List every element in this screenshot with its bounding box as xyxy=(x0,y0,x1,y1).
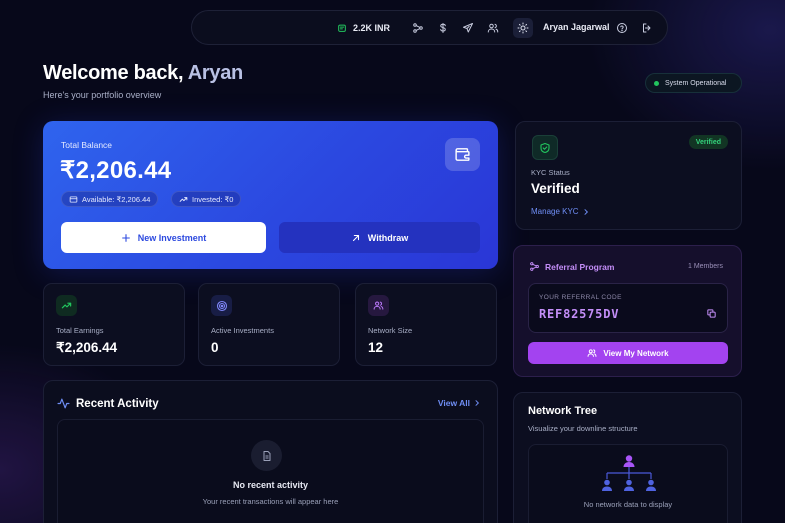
theme-toggle[interactable] xyxy=(513,18,533,38)
balance-chip[interactable]: 2.2K INR xyxy=(337,19,390,37)
view-all-link[interactable]: View All xyxy=(438,398,481,408)
stat-label: Total Earnings xyxy=(56,326,104,335)
help-circle-icon xyxy=(617,23,627,33)
welcome-prefix: Welcome back, xyxy=(43,62,188,84)
referral-title: Referral Program xyxy=(545,261,615,272)
new-investment-button[interactable]: New Investment xyxy=(61,222,266,253)
manage-kyc-label: Manage KYC xyxy=(531,207,579,216)
referral-members-count: 1 Members xyxy=(687,263,723,270)
network-tree-empty-state: No network data to display xyxy=(528,444,728,523)
wallet-icon xyxy=(445,138,480,171)
balance-amount: ₹2,206.44 xyxy=(60,157,172,184)
referral-code[interactable]: REF82575DV xyxy=(539,307,619,321)
card-icon xyxy=(69,195,78,203)
target-icon xyxy=(211,295,232,316)
new-investment-label: New Investment xyxy=(137,232,207,243)
balance-chip-value: 2.2K INR xyxy=(353,23,391,33)
available-pill: Available: ₹2,206.44 xyxy=(61,191,159,207)
share-nodes-icon xyxy=(413,23,423,33)
network-tree-card: Network Tree Visualize your downline str… xyxy=(513,392,742,523)
send-nav-button[interactable] xyxy=(458,18,478,38)
activity-empty-state: No recent activity Your recent transacti… xyxy=(57,419,484,523)
user-name[interactable]: Aryan Jagarwal xyxy=(543,22,610,32)
network-nav-button[interactable] xyxy=(408,18,428,38)
send-icon xyxy=(463,23,473,33)
view-my-network-button[interactable]: View My Network xyxy=(528,342,728,364)
stat-card-active-investments: Active Investments 0 xyxy=(198,283,340,366)
users-icon xyxy=(368,295,389,316)
help-button[interactable] xyxy=(612,18,632,38)
trending-up-icon xyxy=(179,196,188,202)
sun-icon xyxy=(517,22,529,34)
kyc-status-card: Verified KYC Status Verified Manage KYC xyxy=(515,121,742,230)
system-status-text: System Operational xyxy=(665,79,727,87)
empty-state-subtitle: Your recent transactions will appear her… xyxy=(202,497,339,506)
logout-icon xyxy=(643,23,651,33)
system-status-badge: System Operational xyxy=(645,73,742,93)
finance-nav-button[interactable] xyxy=(433,18,453,38)
recent-activity-panel: Recent Activity View All No recent activ… xyxy=(43,380,498,523)
page-subtitle: Here's your portfolio overview xyxy=(43,90,162,100)
withdraw-label: Withdraw xyxy=(367,232,409,243)
document-icon xyxy=(251,440,282,471)
users-icon xyxy=(487,23,499,33)
shield-check-icon xyxy=(532,135,558,160)
recent-activity-title: Recent Activity xyxy=(76,397,159,410)
network-tree-empty-text: No network data to display xyxy=(583,500,673,509)
stat-value: ₹2,206.44 xyxy=(56,340,118,355)
copy-icon[interactable] xyxy=(706,308,717,319)
network-tree-subtitle: Visualize your downline structure xyxy=(528,424,638,433)
kyc-value: Verified xyxy=(531,181,580,196)
invested-pill: Invested: ₹0 xyxy=(171,191,242,207)
total-balance-card: Total Balance ₹2,206.44 Available: ₹2,20… xyxy=(43,121,498,269)
recent-activity-header: Recent Activity xyxy=(57,397,159,410)
chevron-right-icon xyxy=(475,400,480,406)
plus-icon xyxy=(121,233,130,242)
verified-badge: Verified xyxy=(688,135,728,149)
referral-program-card: Referral Program 1 Members YOUR REFERRAL… xyxy=(513,245,742,377)
invested-text: Invested: ₹0 xyxy=(192,194,234,204)
stat-card-network-size: Network Size 12 xyxy=(355,283,497,366)
trending-up-icon xyxy=(56,295,77,316)
available-text: Available: ₹2,206.44 xyxy=(82,194,151,204)
team-nav-button[interactable] xyxy=(483,18,503,38)
empty-state-title: No recent activity xyxy=(232,480,309,490)
arrow-up-right-icon xyxy=(352,234,359,241)
share-nodes-icon xyxy=(530,262,539,271)
dollar-icon xyxy=(440,23,446,33)
network-tree-title: Network Tree xyxy=(528,405,598,417)
status-dot-icon xyxy=(654,80,659,86)
referral-header: Referral Program xyxy=(529,261,614,272)
top-nav: 2.2K INR Aryan Jagarwal xyxy=(191,10,668,45)
logout-button[interactable] xyxy=(637,18,657,38)
org-tree-icon xyxy=(602,455,656,491)
stat-card-total-earnings: Total Earnings ₹2,206.44 xyxy=(43,283,185,366)
stat-value: 0 xyxy=(211,340,219,355)
page-title: Welcome back, Aryan xyxy=(43,62,243,85)
wallet-chip-icon xyxy=(338,24,346,32)
stat-label: Network Size xyxy=(368,326,413,335)
stat-label: Active Investments xyxy=(211,326,274,335)
chevron-right-icon xyxy=(584,208,588,215)
welcome-name: Aryan xyxy=(187,62,244,84)
users-icon xyxy=(587,349,597,357)
referral-code-box: YOUR REFERRAL CODE REF82575DV xyxy=(528,283,728,333)
stat-value: 12 xyxy=(368,340,384,355)
balance-label: Total Balance xyxy=(61,140,113,150)
withdraw-button[interactable]: Withdraw xyxy=(279,222,480,253)
referral-code-label: YOUR REFERRAL CODE xyxy=(539,294,622,301)
manage-kyc-link[interactable]: Manage KYC xyxy=(531,207,590,216)
kyc-label: KYC Status xyxy=(531,168,570,177)
view-my-network-label: View My Network xyxy=(603,348,669,358)
view-all-label: View All xyxy=(437,398,470,408)
activity-pulse-icon xyxy=(57,398,70,409)
